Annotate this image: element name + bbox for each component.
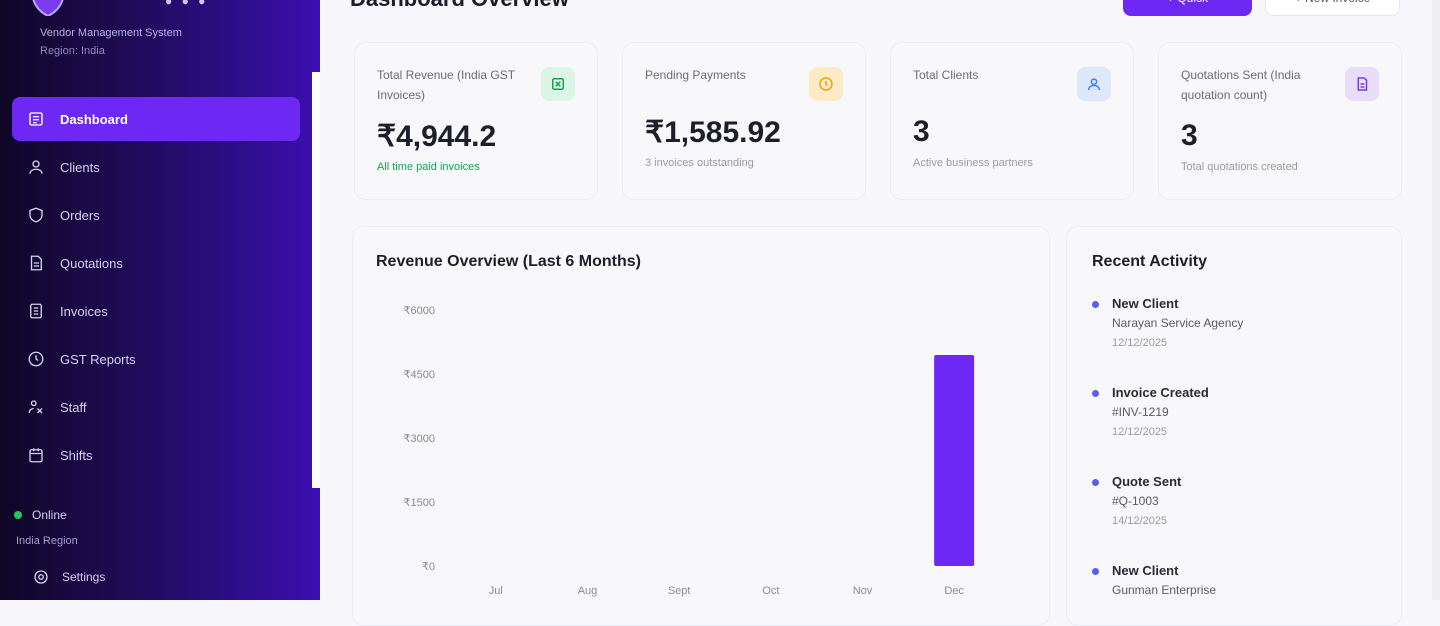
users-icon [1077,67,1111,101]
brand-dots: ● ● ● [165,0,209,8]
status-text: Online [32,508,67,522]
revenue-bar-chart: ₹6000 ₹4500 ₹3000 ₹1500 ₹0 Jul Aug Sept Oct Nov De… [404,305,975,597]
activity-detail: #Q-1003 [1112,494,1159,508]
user-icon [26,157,46,177]
sidebar-item-orders[interactable]: Orders [12,193,300,237]
sidebar-item-invoices[interactable]: Invoices [12,289,300,333]
sidebar-item-label: Dashboard [60,111,128,127]
activity-date: 12/12/2025 [1112,426,1168,438]
settings-button[interactable]: Settings [32,568,105,586]
settings-label: Settings [62,570,106,584]
activity-title: Recent Activity [1092,253,1207,270]
online-dot-icon [14,511,22,519]
brand-subtitle: Vendor Management System [40,27,182,39]
y-tick-label: ₹0 [422,561,435,573]
y-tick-label: ₹1500 [404,497,435,509]
document-icon [26,253,46,273]
stat-subtext: All time paid invoices [377,161,480,173]
stat-value: ₹1,585.92 [645,116,781,149]
bar-dec[interactable] [934,355,975,566]
sidebar-item-label: Orders [60,207,100,223]
x-tick-label: Nov [853,585,873,597]
chart-title: Revenue Overview (Last 6 Months) [376,253,641,270]
stat-card-quotations: Quotations Sent (India quotation count) … [1158,42,1402,200]
sidebar-item-label: Clients [60,159,100,175]
stat-card-revenue: Total Revenue (India GST Invoices) ₹4,94… [354,42,598,200]
user-name: India Region [16,535,78,547]
sidebar: ● ● ● Vendor Management System Region: I… [0,0,320,600]
x-tick-label: Aug [578,585,598,597]
stat-subtext: Active business partners [913,157,1033,169]
sidebar-item-label: Staff [60,399,87,415]
shield-logo-icon [32,0,64,16]
stat-card-pending: Pending Payments ₹1,585.92 3 invoices ou… [622,42,866,200]
brand-region: Region: India [40,45,105,57]
x-tick-label: Dec [944,585,964,597]
activity-title-text: Invoice Created [1112,385,1209,400]
online-status: Online [14,508,67,522]
activity-date: 14/12/2025 [1112,515,1168,527]
stat-label: Pending Payments [645,68,746,82]
stat-value: ₹4,944.2 [377,120,497,153]
document-icon [1345,67,1379,101]
sidebar-item-label: Invoices [60,303,108,319]
x-tick-label: Jul [489,585,503,597]
activity-bullet [1092,390,1099,397]
stat-label: Total Revenue (India GST Invoices) [377,68,515,102]
sidebar-item-label: Quotations [60,255,123,271]
activity-detail: #INV-1219 [1112,405,1169,419]
activity-detail: Narayan Service Agency [1112,316,1244,330]
activity-bullet [1092,479,1099,486]
activity-title-text: New Client [1112,296,1179,311]
activity-date: 12/12/2025 [1112,337,1168,349]
activity-detail: Gunman Enterprise [1112,583,1217,597]
sidebar-item-dashboard[interactable]: Dashboard [12,97,300,141]
x-tick-label: Sept [668,585,691,597]
stat-label: Quotations Sent (India quotation count) [1181,68,1301,102]
clock-icon [809,67,843,101]
page-scrollbar[interactable] [1432,0,1440,600]
page-title: Dashboard Overview [350,0,569,12]
activity-bullet [1092,301,1099,308]
sidebar-item-label: Shifts [60,447,93,463]
new-invoice-button[interactable]: + New Invoice [1265,0,1400,16]
staff-icon [26,397,46,417]
shield-icon [26,205,46,225]
x-tick-label: Oct [762,585,779,597]
stat-card-clients: Total Clients 3 Active business partners [890,42,1134,200]
sidebar-scroll-edge [312,72,320,488]
calendar-icon [26,445,46,465]
rupee-icon [541,67,575,101]
sidebar-nav: Dashboard Clients Orders Quotations Invo… [12,97,300,481]
primary-action-button[interactable]: + Quick [1123,0,1252,16]
stat-subtext: Total quotations created [1181,161,1298,173]
sidebar-item-label: GST Reports [60,351,136,367]
dashboard-icon [26,109,46,129]
gear-icon [34,570,48,584]
activity-title-text: New Client [1112,563,1179,578]
sidebar-item-shifts[interactable]: Shifts [12,433,300,477]
clock-icon [26,349,46,369]
sidebar-item-clients[interactable]: Clients [12,145,300,189]
sidebar-item-gst-reports[interactable]: GST Reports [12,337,300,381]
stat-label: Total Clients [913,68,979,82]
stat-value: 3 [913,115,930,148]
activity-title-text: Quote Sent [1112,474,1182,489]
sidebar-item-quotations[interactable]: Quotations [12,241,300,285]
y-tick-label: ₹6000 [404,305,435,317]
stat-value: 3 [1181,119,1198,152]
invoice-icon [26,301,46,321]
sidebar-item-staff[interactable]: Staff [12,385,300,429]
y-tick-label: ₹4500 [404,369,435,381]
y-tick-label: ₹3000 [404,433,435,445]
stat-subtext: 3 invoices outstanding [645,157,754,169]
activity-bullet [1092,568,1099,575]
